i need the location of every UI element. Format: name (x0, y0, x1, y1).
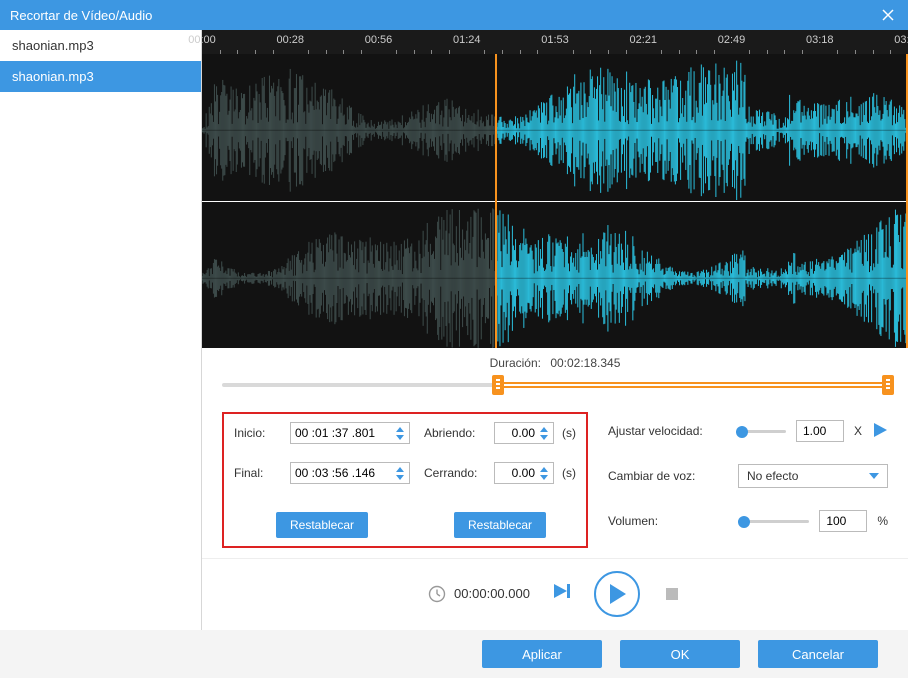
voice-select[interactable]: No efecto (738, 464, 888, 488)
volume-value-input[interactable] (819, 510, 867, 532)
range-handle-end[interactable] (882, 375, 894, 395)
play-button[interactable] (594, 571, 640, 617)
time-column: Inicio: Final: (234, 422, 410, 538)
cancel-button[interactable]: Cancelar (758, 640, 878, 668)
volume-row: Volumen: % (608, 510, 888, 532)
duration-value: 00:02:18.345 (550, 356, 620, 370)
fadeout-input[interactable] (494, 462, 554, 484)
trim-controls-group: Inicio: Final: (222, 412, 588, 548)
tick-label: 03:18 (806, 34, 834, 46)
start-time-field[interactable] (295, 426, 391, 440)
range-fill (498, 382, 888, 388)
chevron-down-icon[interactable] (395, 473, 405, 481)
speed-unit: X (854, 424, 862, 438)
spinner-arrows[interactable] (539, 425, 549, 441)
volume-label: Volumen: (608, 514, 728, 528)
stop-icon (665, 587, 679, 601)
chevron-down-icon[interactable] (539, 433, 549, 441)
sidebar-item[interactable]: shaonian.mp3 (0, 30, 201, 61)
trim-range-slider[interactable] (222, 374, 888, 396)
end-label: Final: (234, 466, 282, 480)
fadein-input[interactable] (494, 422, 554, 444)
titlebar: Recortar de Vídeo/Audio (0, 0, 908, 30)
tick-label: 01:24 (453, 34, 481, 46)
waveform-display[interactable] (202, 54, 908, 348)
fadeout-row: Cerrando: (s) (424, 462, 576, 484)
ok-button[interactable]: OK (620, 640, 740, 668)
voice-row: Cambiar de voz: No efecto (608, 464, 888, 488)
chevron-up-icon[interactable] (395, 425, 405, 433)
adjust-column: Ajustar velocidad: X Cambiar de voz: No … (608, 412, 888, 548)
window-title: Recortar de Vídeo/Audio (10, 8, 878, 23)
tick-label: 00:00 (188, 34, 216, 46)
chevron-down-icon[interactable] (395, 433, 405, 441)
reset-time-button[interactable]: Restablecar (276, 512, 368, 538)
controls-row: Inicio: Final: (202, 406, 908, 558)
tick-label: 02:49 (718, 34, 746, 46)
fade-column: Abriendo: (s) Cerrando: (424, 422, 576, 538)
playback-bar: 00:00:00.000 (202, 558, 908, 628)
voice-selected-value: No efecto (747, 469, 798, 483)
preview-speed-button[interactable] (872, 422, 888, 441)
skip-start-button[interactable] (552, 583, 572, 604)
duration-row: Duración: 00:02:18.345 (202, 348, 908, 374)
range-handle-start[interactable] (492, 375, 504, 395)
selection-overlay[interactable] (495, 54, 908, 348)
clock-icon (428, 585, 446, 603)
end-time-row: Final: (234, 462, 410, 484)
timeline-ruler: 00:0000:2800:5601:2401:5302:2102:4903:18… (202, 30, 908, 54)
speed-slider[interactable] (738, 424, 786, 438)
play-icon (607, 583, 627, 605)
speed-label: Ajustar velocidad: (608, 424, 728, 438)
speed-row: Ajustar velocidad: X (608, 420, 888, 442)
chevron-down-icon[interactable] (539, 473, 549, 481)
playback-time: 00:00:00.000 (454, 586, 530, 601)
fadein-row: Abriendo: (s) (424, 422, 576, 444)
main-area: shaonian.mp3 shaonian.mp3 00:00 00:28 00:5… (0, 30, 908, 630)
voice-label: Cambiar de voz: (608, 469, 728, 483)
fadein-label: Abriendo: (424, 426, 486, 440)
fadeout-label: Cerrando: (424, 466, 486, 480)
reset-fade-button[interactable]: Restablecar (454, 512, 546, 538)
reset-time-row: Restablecar (234, 512, 410, 538)
end-time-input[interactable] (290, 462, 410, 484)
seconds-suffix: (s) (562, 466, 576, 480)
duration-label: Duración: (490, 356, 541, 370)
tick-label: 00:28 (276, 34, 304, 46)
tick-label: 01:53 (541, 34, 569, 46)
seconds-suffix: (s) (562, 426, 576, 440)
chevron-down-icon (869, 473, 879, 479)
dialog-footer: Aplicar OK Cancelar (0, 630, 908, 678)
playback-time-group: 00:00:00.000 (428, 585, 530, 603)
volume-unit: % (877, 514, 888, 528)
tick-label: 02:21 (629, 34, 657, 46)
fadein-field[interactable] (499, 426, 535, 440)
chevron-up-icon[interactable] (539, 425, 549, 433)
start-time-row: Inicio: (234, 422, 410, 444)
volume-slider[interactable] (738, 514, 809, 528)
close-icon (882, 9, 894, 21)
content-area: 00:0000:2800:5601:2401:5302:2102:4903:18… (202, 30, 908, 630)
close-button[interactable] (878, 5, 898, 25)
end-time-field[interactable] (295, 466, 391, 480)
stop-button[interactable] (662, 584, 682, 604)
file-sidebar: shaonian.mp3 shaonian.mp3 (0, 30, 202, 630)
tick-label: 03:46 (894, 34, 908, 46)
spinner-arrows[interactable] (539, 465, 549, 481)
spinner-arrows[interactable] (395, 465, 405, 481)
speed-value-input[interactable] (796, 420, 844, 442)
start-label: Inicio: (234, 426, 282, 440)
reset-fade-row: Restablecar (424, 512, 576, 538)
fadeout-field[interactable] (499, 466, 535, 480)
apply-button[interactable]: Aplicar (482, 640, 602, 668)
start-time-input[interactable] (290, 422, 410, 444)
chevron-up-icon[interactable] (539, 465, 549, 473)
sidebar-item[interactable]: shaonian.mp3 (0, 61, 201, 92)
spinner-arrows[interactable] (395, 425, 405, 441)
tick-label: 00:56 (365, 34, 393, 46)
chevron-up-icon[interactable] (395, 465, 405, 473)
